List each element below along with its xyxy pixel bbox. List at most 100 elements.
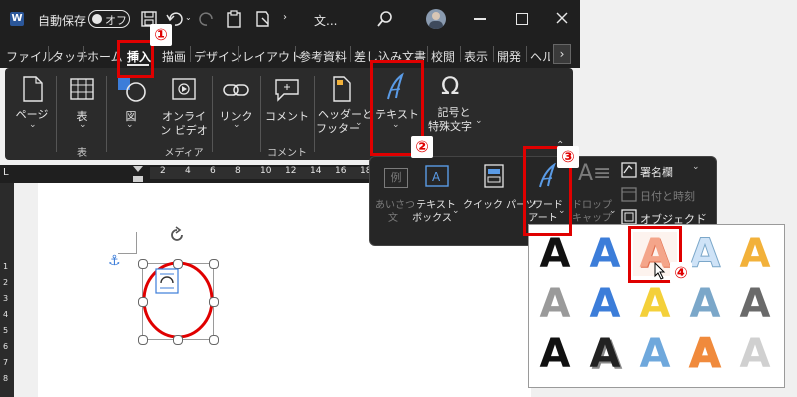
tab-file[interactable]: ファイル <box>6 48 54 65</box>
vruler-tick-label: 6 <box>3 342 9 351</box>
clipboard-icon[interactable] <box>226 10 242 28</box>
wordart-style-item[interactable]: A <box>733 332 777 376</box>
close-icon[interactable] <box>556 12 568 24</box>
group-separator <box>56 76 57 152</box>
tab-separator <box>460 46 461 62</box>
signature-line-icon <box>621 162 637 178</box>
textbox-icon: A <box>425 165 449 187</box>
tab-developer[interactable]: 開発 <box>497 48 521 65</box>
group-separator <box>314 76 315 152</box>
indent-marker[interactable] <box>133 166 143 172</box>
tab-layout[interactable]: レイアウト <box>242 48 302 65</box>
wordart-style-item[interactable]: A <box>533 282 577 326</box>
circle-shape[interactable] <box>140 260 218 342</box>
wordart-style-item[interactable]: A <box>533 332 577 376</box>
search-icon[interactable] <box>376 10 394 28</box>
ruler-tick-label: 4 <box>185 166 191 176</box>
anchor-icon: ⚓ <box>108 253 121 269</box>
vruler-tick-label: 3 <box>3 294 9 303</box>
online-video-label-line2: ン ビデオ <box>160 124 208 137</box>
user-avatar[interactable] <box>426 9 446 29</box>
tab-help[interactable]: ヘルプ <box>530 48 550 65</box>
chevron-down-icon: ⌄ <box>609 206 617 216</box>
minimize-icon[interactable] <box>474 18 486 20</box>
tab-view[interactable]: 表示 <box>464 48 488 65</box>
vruler-tick-label: 7 <box>3 358 9 367</box>
annotation-2: ② <box>411 136 433 158</box>
tab-draw[interactable]: 描画 <box>162 48 186 65</box>
wordart-style-item[interactable]: A <box>733 232 777 276</box>
wordart-style-item[interactable]: A <box>733 282 777 326</box>
tab-design[interactable]: デザイン <box>194 48 242 65</box>
comment-button[interactable]: コメント <box>264 108 310 124</box>
signature-line-button[interactable]: 署名欄 <box>640 164 673 180</box>
object-icon <box>621 209 637 225</box>
tab-review[interactable]: 校閲 <box>431 48 455 65</box>
rotate-handle-icon[interactable] <box>168 226 186 244</box>
tab-separator <box>526 46 527 62</box>
shapes-icon <box>118 78 146 102</box>
header-footer-label-line2: フッター <box>316 122 360 135</box>
word-app-icon: W <box>10 12 24 26</box>
tab-stop-icon[interactable]: L <box>3 167 9 178</box>
wordart-style-item[interactable]: A <box>533 232 577 276</box>
media-group-label: メディア <box>164 148 204 159</box>
wordart-style-item[interactable]: A <box>633 282 677 326</box>
resize-handle[interactable] <box>209 335 219 345</box>
chevron-down-icon: ⌄ <box>355 118 363 128</box>
highlight-insert-tab <box>117 40 154 78</box>
wordart-style-item[interactable]: A <box>683 331 727 377</box>
resize-handle[interactable] <box>138 335 148 345</box>
group-separator <box>260 76 261 152</box>
comment-icon <box>275 79 299 102</box>
svg-text:A: A <box>432 170 441 184</box>
chevron-down-icon: ⌄ <box>233 120 241 130</box>
tab-references[interactable]: 参考資料 <box>299 48 347 65</box>
wordart-style-item[interactable]: A <box>583 232 627 276</box>
chevron-down-icon: ⌄ <box>29 120 37 130</box>
resize-handle[interactable] <box>209 259 219 269</box>
maximize-icon[interactable] <box>516 13 528 25</box>
wordart-style-item[interactable]: A <box>583 332 627 376</box>
tab-separator <box>295 46 296 62</box>
quick-parts-icon <box>484 164 504 188</box>
autosave-toggle[interactable]: オフ <box>88 10 130 28</box>
dropcap-icon: A≡ <box>578 161 612 186</box>
greeting-label-line2: 文 <box>388 213 398 224</box>
resize-handle[interactable] <box>138 259 148 269</box>
table-icon <box>70 78 94 100</box>
resize-handle[interactable] <box>209 297 219 307</box>
group-separator <box>106 76 107 152</box>
autosave-label: 自動保存 <box>38 14 87 28</box>
wordart-style-item[interactable]: A <box>683 282 727 326</box>
ruler-tick-label: 12 <box>285 166 297 176</box>
ruler-tick-label: 6 <box>210 166 216 176</box>
annotation-4: ④ <box>670 262 692 284</box>
qat-more-icon[interactable]: › <box>283 12 287 23</box>
indent-marker-bottom[interactable] <box>133 176 143 182</box>
avatar-figure <box>432 12 440 20</box>
annotation-1: ① <box>150 24 172 46</box>
vruler-tick-label: 5 <box>3 326 9 335</box>
tabs-scroll-right-icon[interactable]: › <box>553 44 571 64</box>
tab-separator <box>48 46 49 62</box>
omega-icon: Ω <box>441 72 460 100</box>
link-icon <box>223 84 249 96</box>
resize-handle[interactable] <box>173 335 183 345</box>
tab-separator <box>350 46 351 62</box>
resize-handle[interactable] <box>138 297 148 307</box>
wordart-style-item[interactable]: A <box>583 282 627 326</box>
chevron-down-icon: ⌄ <box>452 206 460 216</box>
group-separator <box>212 76 213 152</box>
layout-options-icon[interactable] <box>155 268 179 294</box>
vruler-tick-label: 4 <box>3 310 9 319</box>
ruler-tick-label: 14 <box>310 166 322 176</box>
undo-dropdown-icon[interactable]: ⌄ <box>185 13 192 22</box>
format-icon[interactable] <box>254 10 270 28</box>
chevron-down-icon: ⌄ <box>692 162 700 172</box>
quick-parts-button[interactable]: クイック パーツ <box>463 196 536 211</box>
wordart-style-item[interactable]: A <box>633 332 677 376</box>
chevron-down-icon: ⌄ <box>126 120 134 130</box>
vruler-tick-label: 2 <box>3 278 9 287</box>
margin-corner-mark-h <box>118 253 137 254</box>
